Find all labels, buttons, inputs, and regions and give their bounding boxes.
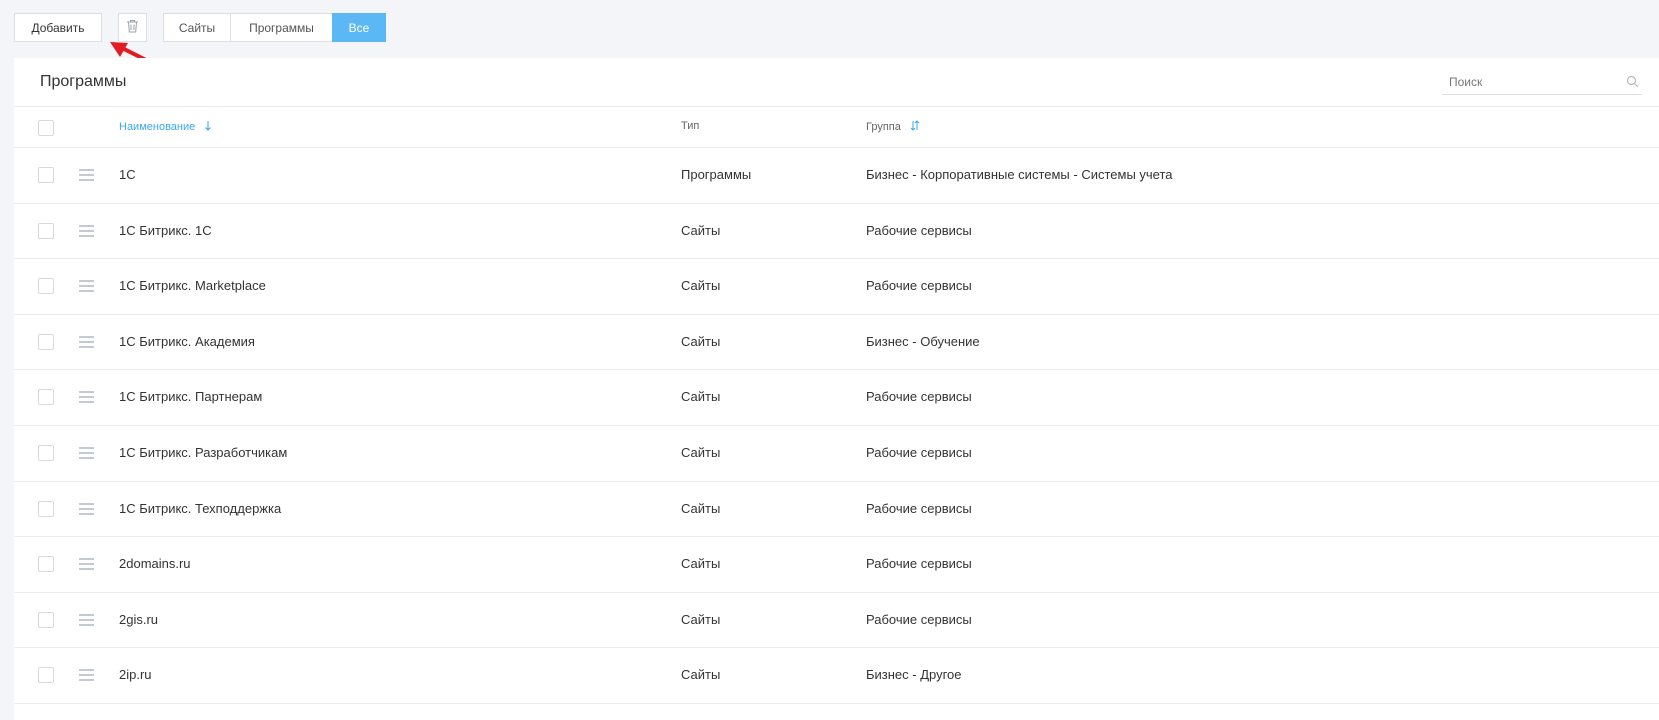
table-row[interactable]: 2gis.ru Сайты Рабочие сервисы	[14, 593, 1659, 649]
column-header-type: Тип	[681, 120, 700, 132]
cell-group: Рабочие сервисы	[866, 444, 972, 460]
drag-handle-icon[interactable]	[79, 168, 94, 186]
cell-type: Сайты	[681, 611, 721, 627]
cell-name: 1С Битрикс. Академия	[119, 333, 255, 349]
cell-type: Сайты	[681, 556, 721, 572]
row-checkbox[interactable]	[38, 389, 54, 406]
row-checkbox[interactable]	[38, 278, 54, 295]
drag-handle-icon[interactable]	[79, 446, 94, 464]
drag-handle-icon[interactable]	[79, 335, 94, 353]
cell-name: 1С Битрикс. Партнерам	[119, 389, 263, 405]
search-box	[1442, 69, 1642, 95]
cell-group: Рабочие сервисы	[866, 278, 972, 294]
cell-name: 2gis.ru	[119, 611, 159, 627]
row-checkbox[interactable]	[38, 667, 54, 684]
drag-handle-icon[interactable]	[79, 613, 94, 631]
drag-handle-icon[interactable]	[79, 557, 94, 575]
cell-type: Сайты	[681, 500, 721, 516]
cell-name: 1С Битрикс. Техподдержка	[119, 500, 282, 516]
row-checkbox[interactable]	[38, 556, 54, 573]
cell-type: Сайты	[681, 389, 721, 405]
drag-handle-icon[interactable]	[79, 502, 94, 520]
panel-title: Программы	[40, 73, 127, 90]
cell-name: 1С Битрикс. Marketplace	[119, 278, 266, 294]
programs-panel: Программы Наименование Тип	[14, 58, 1659, 720]
filter-sites-tab[interactable]: Сайты	[163, 13, 231, 42]
toolbar: Добавить Сайты Программы Все	[0, 0, 1659, 58]
cell-group: Бизнес - Корпоративные системы - Системы…	[866, 167, 1173, 182]
row-checkbox[interactable]	[38, 444, 54, 461]
filter-programs-tab[interactable]: Программы	[230, 13, 333, 42]
cell-group: Рабочие сервисы	[866, 389, 972, 405]
cell-group: Бизнес - Другое	[866, 667, 962, 683]
cell-group: Рабочие сервисы	[866, 556, 972, 572]
table-header: Наименование Тип Группа	[14, 106, 1659, 148]
cell-type: Сайты	[681, 667, 721, 683]
table-row[interactable]: 2domains.ru Сайты Рабочие сервисы	[14, 537, 1659, 593]
search-input[interactable]	[1442, 69, 1642, 94]
cell-type: Сайты	[681, 222, 721, 238]
search-icon[interactable]	[1626, 75, 1639, 93]
table-row[interactable]: 2ip.ru Сайты Бизнес - Другое	[14, 648, 1659, 704]
column-header-group[interactable]: Группа	[866, 120, 920, 134]
cell-type: Программы	[681, 167, 752, 182]
add-button[interactable]: Добавить	[14, 13, 102, 42]
row-checkbox[interactable]	[38, 611, 54, 628]
table-row[interactable]: 1С Программы Бизнес - Корпоративные сист…	[14, 148, 1659, 204]
select-all-checkbox[interactable]	[38, 120, 54, 136]
cell-name: 1С	[119, 167, 136, 182]
table-row[interactable]: 1С Битрикс. Marketplace Сайты Рабочие се…	[14, 259, 1659, 315]
cell-group: Рабочие сервисы	[866, 500, 972, 516]
row-checkbox[interactable]	[38, 500, 54, 517]
cell-name: 2ip.ru	[119, 667, 152, 683]
drag-handle-icon[interactable]	[79, 668, 94, 686]
drag-handle-icon[interactable]	[79, 390, 94, 408]
table-row[interactable]: 1С Битрикс. Академия Сайты Бизнес - Обуч…	[14, 315, 1659, 371]
drag-handle-icon[interactable]	[79, 279, 94, 297]
cell-group: Рабочие сервисы	[866, 222, 972, 238]
cell-type: Сайты	[681, 444, 721, 460]
trash-icon	[126, 19, 139, 36]
column-header-name[interactable]: Наименование	[119, 120, 212, 134]
table-row[interactable]: 1С Битрикс. Разработчикам Сайты Рабочие …	[14, 426, 1659, 482]
table-body: 1С Программы Бизнес - Корпоративные сист…	[14, 148, 1659, 704]
programs-table: Наименование Тип Группа 1С Программы Биз…	[14, 106, 1659, 704]
cell-group: Бизнес - Обучение	[866, 333, 980, 349]
column-header-group-label: Группа	[866, 120, 901, 133]
cell-name: 1С Битрикс. Разработчикам	[119, 444, 288, 460]
cell-type: Сайты	[681, 278, 721, 294]
drag-handle-icon[interactable]	[79, 224, 94, 242]
table-row[interactable]: 1С Битрикс. Техподдержка Сайты Рабочие с…	[14, 482, 1659, 538]
row-checkbox[interactable]	[38, 333, 54, 350]
row-checkbox[interactable]	[38, 222, 54, 239]
cell-type: Сайты	[681, 333, 721, 349]
type-filter: Сайты Программы Все	[163, 13, 386, 42]
cell-group: Рабочие сервисы	[866, 611, 972, 627]
row-checkbox[interactable]	[38, 167, 54, 183]
cell-name: 2domains.ru	[119, 556, 191, 572]
sort-down-icon	[204, 120, 212, 134]
cell-name: 1С Битрикс. 1С	[119, 222, 212, 238]
sort-both-icon	[910, 120, 920, 134]
column-header-name-label: Наименование	[119, 120, 196, 133]
table-row[interactable]: 1С Битрикс. 1С Сайты Рабочие сервисы	[14, 204, 1659, 260]
filter-all-tab[interactable]: Все	[332, 13, 386, 42]
table-row[interactable]: 1С Битрикс. Партнерам Сайты Рабочие серв…	[14, 370, 1659, 426]
delete-button[interactable]	[118, 13, 147, 42]
